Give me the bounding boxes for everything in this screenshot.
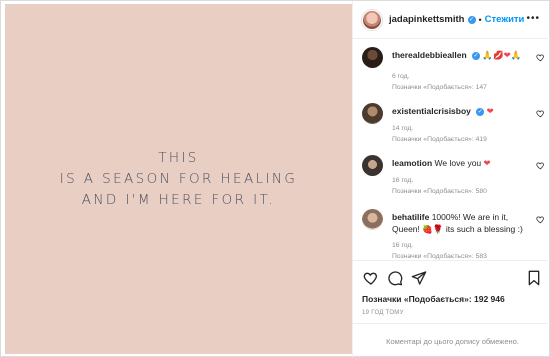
- share-paper-plane-icon[interactable]: [411, 270, 427, 286]
- comment-bubble-icon[interactable]: [387, 270, 403, 286]
- author-avatar[interactable]: [362, 9, 382, 30]
- comment-message: We love you: [434, 158, 482, 168]
- emoji-strawberry-icon: 🍓: [422, 224, 433, 234]
- comment-age: 6 год.: [392, 73, 410, 80]
- post-sidebar: jadapinkettsmith ✓ • Стежити ••• thereal…: [352, 1, 550, 357]
- like-comment-heart-icon[interactable]: [536, 109, 545, 118]
- emoji-pray-icon: 🙏: [510, 50, 522, 60]
- like-comment-heart-icon[interactable]: [536, 215, 545, 224]
- comment-age: 16 год.: [392, 177, 414, 184]
- comment-age: 16 год.: [392, 242, 414, 249]
- comment-text: therealdebbieallen ✓ 🙏💋❤🙏: [392, 49, 528, 61]
- comment-age: 14 год.: [392, 125, 414, 132]
- emoji-heart-icon: ❤: [483, 158, 491, 168]
- header-separator: •: [478, 14, 482, 25]
- post-actions-bar: [353, 260, 550, 290]
- verified-badge-icon: ✓: [467, 15, 476, 24]
- post-likes-count[interactable]: Позначки «Подобається»: 192 946: [362, 294, 505, 304]
- follow-button[interactable]: Стежити: [485, 14, 525, 25]
- emoji-heart-icon: ❤: [486, 106, 494, 116]
- commenter-username[interactable]: behatilife: [392, 212, 429, 222]
- commenter-username[interactable]: therealdebbieallen: [392, 50, 467, 60]
- comments-list: therealdebbieallen ✓ 🙏💋❤🙏 6 год. Позначк…: [353, 39, 550, 260]
- emoji-heart-icon: ❤: [503, 50, 511, 60]
- quote-line-3: AND I'M HERE FOR IT.: [81, 191, 276, 208]
- quote-line-1: THIS: [158, 149, 199, 166]
- verified-badge-icon: ✓: [472, 51, 481, 60]
- emoji-rose-icon: 🌹: [432, 224, 444, 234]
- emoji-lips-icon: 💋: [492, 50, 504, 60]
- commenter-avatar[interactable]: [362, 47, 383, 68]
- comment-likes[interactable]: Позначки «Подобається»: 419: [392, 135, 487, 145]
- quote-line-2: IS A SEASON FOR HEALING: [59, 170, 298, 187]
- commenter-avatar[interactable]: [362, 103, 383, 124]
- author-username[interactable]: jadapinkettsmith: [389, 14, 465, 25]
- post-image[interactable]: THIS IS A SEASON FOR HEALING AND I'M HER…: [5, 4, 352, 354]
- comment-text: leamotion We love you ❤: [392, 157, 528, 169]
- comment-text: behatilife 1000%! We are in it, Queen! 🍓…: [392, 211, 532, 235]
- like-heart-icon[interactable]: [363, 270, 379, 286]
- post-header: jadapinkettsmith ✓ • Стежити •••: [353, 1, 550, 39]
- save-bookmark-icon[interactable]: [526, 270, 542, 286]
- emoji-pray-icon: 🙏: [482, 50, 493, 60]
- commenter-avatar[interactable]: [362, 209, 383, 230]
- post-quote: THIS IS A SEASON FOR HEALING AND I'M HER…: [60, 148, 298, 211]
- post-timestamp[interactable]: 19 ГОД ТОМУ: [362, 310, 404, 316]
- comment-likes[interactable]: Позначки «Подобається»: 583: [392, 252, 487, 260]
- commenter-avatar[interactable]: [362, 155, 383, 176]
- comment-likes[interactable]: Позначки «Подобається»: 147: [392, 83, 487, 93]
- commenter-username[interactable]: existentialcrisisboy: [392, 106, 471, 116]
- more-options-icon[interactable]: •••: [526, 13, 540, 24]
- comments-disabled-notice: Коментарі до цього допису обмежено.: [353, 323, 550, 357]
- verified-badge-icon: ✓: [476, 107, 485, 116]
- comment-message-end: its such a blessing :): [445, 224, 523, 234]
- post-dialog: THIS IS A SEASON FOR HEALING AND I'M HER…: [0, 0, 550, 357]
- comment-text: existentialcrisisboy ✓ ❤: [392, 105, 528, 117]
- commenter-username[interactable]: leamotion: [392, 158, 432, 168]
- like-comment-heart-icon[interactable]: [536, 53, 545, 62]
- like-comment-heart-icon[interactable]: [536, 161, 545, 170]
- comment-likes[interactable]: Позначки «Подобається»: 580: [392, 187, 487, 197]
